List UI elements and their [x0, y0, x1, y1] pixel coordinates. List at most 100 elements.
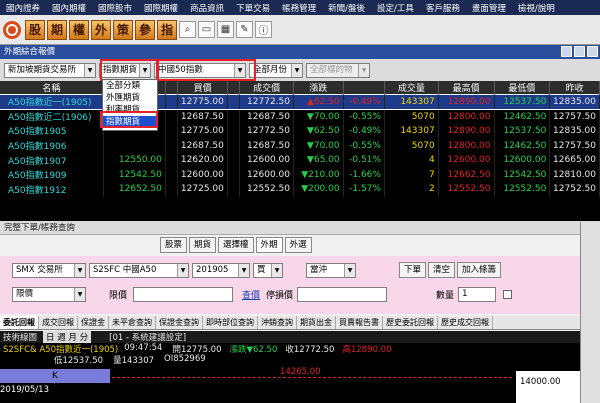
- menu-item[interactable]: 客戶服務: [420, 2, 466, 14]
- quote-cell: 12620.00: [177, 152, 228, 168]
- exchange-select[interactable]: SMX 交易所 ▼: [12, 262, 86, 278]
- strategy-button[interactable]: 策: [113, 19, 133, 40]
- foreign-button[interactable]: 外: [91, 19, 111, 40]
- grid-icon[interactable]: ▦: [217, 21, 234, 38]
- quote-cell: 143307: [384, 123, 439, 139]
- app-logo-icon[interactable]: [3, 20, 21, 39]
- quote-cell: 12552.50: [494, 182, 551, 197]
- quote-row[interactable]: A50指數1906 12687.50 12687.50 ▼70.00 -0.55% 507…: [0, 138, 600, 153]
- month-select[interactable]: 全部月份 ▼: [249, 62, 303, 78]
- dropdown-option[interactable]: 全部分類: [103, 80, 157, 92]
- down-arrow-icon: ▼: [306, 140, 314, 151]
- col-header[interactable]: 名稱: [0, 81, 104, 95]
- quote-cell: 12542.50: [494, 167, 551, 183]
- quote-cell: 12757.50: [549, 138, 600, 153]
- col-header[interactable]: 成交價: [239, 81, 294, 95]
- query-price-link[interactable]: 查價: [242, 288, 260, 301]
- menu-item[interactable]: 國內期權: [46, 2, 92, 14]
- quote-cell: 12752.50: [549, 182, 600, 197]
- quote-row[interactable]: A50指數1909 12542.50 12600.00 12600.00 ▼210.00…: [0, 167, 600, 183]
- period-select[interactable]: 日 週 月 分: [43, 331, 92, 343]
- info-icon[interactable]: ⓘ: [255, 21, 272, 38]
- col-header[interactable]: 最高價: [438, 81, 495, 95]
- menu-item[interactable]: 下單交易: [230, 2, 276, 14]
- contract-select[interactable]: S2SFC 中國A50 ▼: [89, 262, 189, 278]
- chart-open: 開12775.00: [172, 345, 222, 355]
- quantity-stepper[interactable]: 1: [458, 287, 497, 302]
- stop-price-label: 停損價: [266, 291, 294, 301]
- tab-history-fill[interactable]: 歷史成交回報: [438, 316, 493, 329]
- menu-item[interactable]: 新聞/盤後: [322, 2, 371, 14]
- tab-fill-report[interactable]: 成交回報: [39, 316, 78, 329]
- tab-futures[interactable]: 期貨: [189, 237, 217, 253]
- close-icon[interactable]: [587, 46, 598, 57]
- quote-cell: 12552.50: [438, 182, 495, 197]
- down-arrow-icon: ▼: [306, 125, 314, 136]
- search-icon[interactable]: ⌕: [179, 21, 196, 38]
- window-icon[interactable]: ▭: [198, 21, 215, 38]
- daytrade-select[interactable]: 當沖 ▼: [306, 262, 356, 278]
- reference-button[interactable]: 參: [135, 19, 155, 40]
- col-header[interactable]: 漲跌: [293, 81, 344, 95]
- tab-stock[interactable]: 股票: [160, 237, 188, 253]
- menu-item[interactable]: 商品資訊: [184, 2, 230, 14]
- tab-open-position[interactable]: 未平倉查詢: [109, 316, 156, 329]
- menu-item[interactable]: 畫面管理: [466, 2, 512, 14]
- exchange-select[interactable]: 新加坡期貨交易所 ▼: [4, 62, 96, 78]
- menu-item[interactable]: 設定/工具: [371, 2, 420, 14]
- col-header: [343, 81, 385, 95]
- futures-button[interactable]: 期: [47, 19, 67, 40]
- quote-cell: 12552.50: [239, 182, 294, 197]
- options-button[interactable]: 權: [69, 19, 89, 40]
- tab-offset-query[interactable]: 沖銷查詢: [258, 316, 297, 329]
- col-header[interactable]: 成交量: [384, 81, 439, 95]
- price-input[interactable]: [133, 287, 234, 302]
- menu-item[interactable]: 國際股市: [92, 2, 138, 14]
- quote-cell: ▼70.00: [293, 109, 344, 124]
- menu-item[interactable]: 國內證券: [0, 2, 46, 14]
- tab-foreign-futures[interactable]: 外期: [255, 237, 283, 253]
- chat-icon[interactable]: ✎: [236, 21, 253, 38]
- quote-cell: 12800.00: [438, 138, 495, 153]
- menu-item[interactable]: 帳務管理: [276, 2, 322, 14]
- quote-cell: [165, 94, 179, 110]
- system-setting[interactable]: [01 - 系統建議設定]: [109, 331, 186, 343]
- index-button[interactable]: 指: [157, 19, 177, 40]
- chart-symbol: S2SFC& A50指數近一(1905): [3, 345, 119, 355]
- order-type-select[interactable]: 限價 ▼: [12, 287, 86, 302]
- maximize-icon[interactable]: [574, 46, 585, 57]
- tab-margin[interactable]: 保證金: [78, 316, 109, 329]
- tab-trade-report[interactable]: 買賣報告書: [336, 316, 383, 329]
- tab-margin-query[interactable]: 保證金查詢: [156, 316, 203, 329]
- quote-row[interactable]: A50指數1905 12775.00 12772.50 ▼62.50 -0.49% 143…: [0, 123, 600, 139]
- col-header[interactable]: 昨收: [549, 81, 600, 95]
- tab-realtime-position[interactable]: 即時部位查詢: [203, 316, 258, 329]
- menu-item[interactable]: 國際期權: [138, 2, 184, 14]
- col-header[interactable]: 最低價: [494, 81, 551, 95]
- quote-row[interactable]: A50指數1912 12652.50 12725.00 12552.50 ▼200.00…: [0, 182, 600, 197]
- place-order-button[interactable]: 下單: [399, 262, 427, 278]
- stop-price-input[interactable]: [297, 287, 388, 302]
- chevron-down-icon: ▼: [74, 263, 85, 277]
- quote-row[interactable]: A50指數近一(1905) 12775.00 12772.50 ▲62.50 -0.49…: [0, 94, 600, 110]
- menu-item[interactable]: 檢視/說明: [512, 2, 561, 14]
- tab-withdrawal[interactable]: 期貨出金: [297, 316, 336, 329]
- chart-volume: 量143307: [113, 356, 155, 366]
- clear-button[interactable]: 清空: [428, 262, 456, 278]
- dropdown-option[interactable]: 外匯期貨: [103, 92, 157, 104]
- quote-row[interactable]: A50指數近二(1906) 12687.50 12687.50 ▼70.00 -0.55…: [0, 109, 600, 124]
- minimize-icon[interactable]: [561, 46, 572, 57]
- side-select[interactable]: 買 ▼: [253, 262, 283, 278]
- month-select[interactable]: 201905 ▼: [192, 262, 250, 278]
- checkbox[interactable]: [503, 290, 513, 299]
- tab-order-report[interactable]: 委託回報: [0, 316, 39, 329]
- symbol-select[interactable]: 全部標的物 ▼: [306, 62, 370, 78]
- tab-foreign-options[interactable]: 外選: [284, 237, 312, 253]
- quote-cell: 12890.00: [438, 123, 495, 139]
- tab-history-order[interactable]: 歷史委託回報: [383, 316, 438, 329]
- quote-row[interactable]: A50指數1907 12550.00 12620.00 12600.00 ▼65.00-…: [0, 152, 600, 168]
- stock-button[interactable]: 股: [25, 19, 45, 40]
- tab-options[interactable]: 選擇權: [218, 237, 254, 253]
- add-condition-button[interactable]: 加入條籌: [457, 262, 502, 278]
- col-header[interactable]: 買價: [177, 81, 228, 95]
